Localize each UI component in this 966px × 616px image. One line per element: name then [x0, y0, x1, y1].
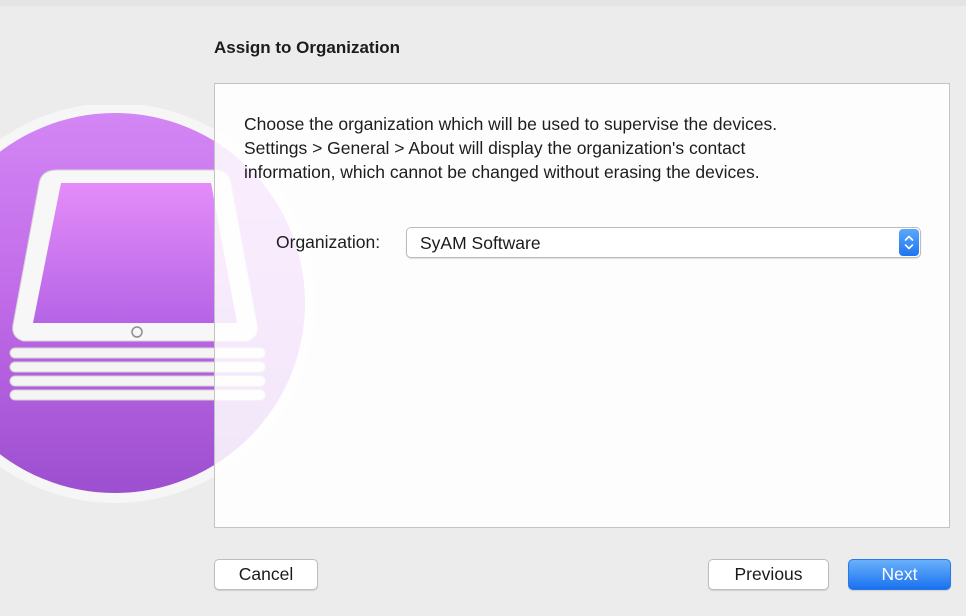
window-top-edge: [0, 0, 966, 6]
description-line: Choose the organization which will be us…: [244, 114, 778, 134]
previous-button[interactable]: Previous: [708, 559, 829, 590]
organization-label: Organization:: [276, 232, 381, 252]
description-line: Settings > General > About will display …: [244, 138, 746, 158]
cancel-button[interactable]: Cancel: [214, 559, 318, 590]
assistant-window: Assign to Organization Choose the organi…: [0, 0, 966, 616]
organization-value: SyAM Software: [420, 233, 541, 253]
next-button[interactable]: Next: [848, 559, 951, 590]
description-text: Choose the organization which will be us…: [244, 112, 924, 184]
organization-popup[interactable]: SyAM Software: [406, 227, 921, 258]
page-title: Assign to Organization: [214, 38, 401, 57]
chevron-up-down-icon[interactable]: [899, 229, 919, 256]
description-line: information, which cannot be changed wit…: [244, 162, 760, 182]
